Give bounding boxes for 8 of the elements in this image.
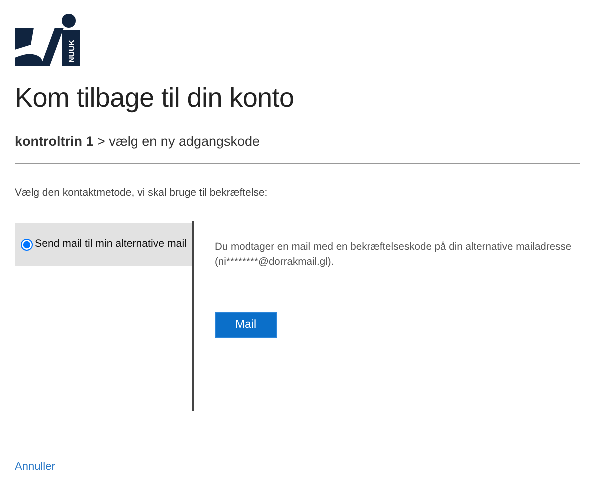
mail-button[interactable]: Mail <box>215 312 277 338</box>
breadcrumb: kontroltrin 1 > vælg en ny adgangskode <box>15 132 580 164</box>
instruction-text: Vælg den kontaktmetode, vi skal bruge til bekræftelse: <box>15 186 269 201</box>
page-title: Kom tilbage til din konto <box>15 82 296 114</box>
logo-text: NUUK <box>68 40 76 63</box>
radio-button[interactable] <box>21 238 33 251</box>
cancel-link[interactable]: Annuller <box>15 459 56 476</box>
description-text: Du modtager en mail med en bekræftelseskode på din alternative mailadresse (ni********@dorrakmail.gl). <box>215 241 573 270</box>
